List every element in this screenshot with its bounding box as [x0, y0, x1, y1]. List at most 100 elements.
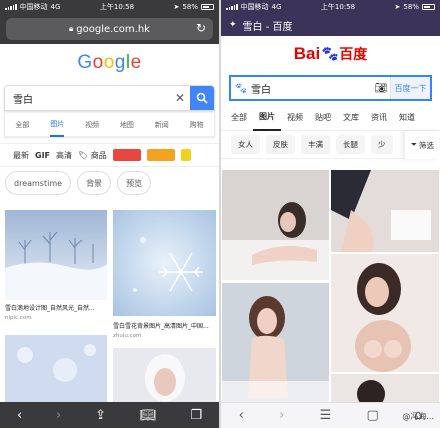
filter-chip[interactable]: 皮肤 — [266, 135, 295, 154]
app-icon: ✦ — [229, 20, 237, 30]
filter-button[interactable]: ⏷ 筛选 — [405, 131, 440, 159]
filter-gif[interactable]: GIF — [35, 151, 50, 160]
status-bar: 中国移动 4G 上午10:58 ➤ 58% — [0, 0, 219, 14]
battery-level: 58% — [403, 3, 419, 11]
search-box: 雪白 ✕ — [4, 85, 215, 111]
lock-icon: 🔒︎ — [69, 24, 74, 33]
filter-button-label: 筛选 — [419, 140, 434, 150]
color-filter-yellow[interactable] — [180, 149, 191, 161]
tab-tieba[interactable]: 贴吧 — [309, 105, 337, 131]
tab-all[interactable]: 全部 — [225, 105, 253, 131]
result-caption[interactable]: 雪白雪花背景图片_高清图片_中国... — [113, 322, 217, 331]
camera-icon[interactable]: 📷︎ — [372, 83, 390, 94]
paw-icon: 🐾︎ — [320, 46, 340, 63]
result-source: nipic.com — [5, 315, 32, 321]
result-image-snowflake[interactable] — [113, 210, 216, 316]
result-image[interactable] — [331, 254, 439, 372]
result-source: zhulu.com — [113, 333, 142, 339]
tab-news[interactable]: 新闻 — [155, 112, 169, 136]
filter-chip[interactable]: 长腿 — [336, 135, 365, 154]
result-image-snow-landscape[interactable] — [5, 210, 107, 300]
paw-icon: 🐾︎ — [234, 81, 248, 95]
filter-chip[interactable]: 丰满 — [301, 135, 330, 154]
result-image[interactable] — [222, 283, 329, 402]
result-image[interactable] — [331, 170, 439, 252]
image-filters: 最新 GIF 高清 🏷︎ 商品 — [0, 143, 219, 167]
network: 4G — [271, 3, 282, 11]
clock: 上午10:58 — [320, 3, 356, 11]
bookmarks-icon[interactable]: 📖︎ — [140, 408, 157, 423]
search-input[interactable]: 雪白 — [251, 81, 372, 96]
signal-icon — [226, 4, 238, 10]
result-caption[interactable]: 雪白滴地设计图_自然风光_自然... — [5, 304, 107, 313]
tab-videos[interactable]: 视频 — [281, 105, 309, 131]
clock: 上午10:58 — [99, 3, 135, 11]
baidu-logo: Bai🐾︎百度 — [293, 44, 368, 63]
url-text: google.com.hk — [76, 23, 150, 35]
image-filters: 女人 皮肤 丰满 长腿 少 ⏷ 筛选 — [221, 131, 440, 159]
safari-toolbar: ‹ › ⇪ 📖︎ ❐ — [0, 402, 219, 428]
tab-maps[interactable]: 地图 — [120, 112, 134, 136]
windows-icon[interactable]: ▢ — [366, 408, 378, 423]
tab-images[interactable]: 图片 — [50, 111, 65, 137]
location-icon: ➤ — [173, 3, 180, 11]
back-icon[interactable]: ‹ — [17, 408, 22, 423]
search-button[interactable] — [190, 86, 214, 110]
color-filter-orange[interactable] — [146, 149, 175, 161]
tab-videos[interactable]: 视频 — [85, 112, 99, 136]
google-logo: Google — [77, 52, 142, 73]
filter-hd[interactable]: 高清 — [56, 150, 72, 161]
filter-product-label: 商品 — [90, 150, 107, 160]
tab-all[interactable]: 全部 — [15, 112, 29, 136]
search-icon — [196, 92, 208, 104]
battery-level: 58% — [182, 3, 198, 11]
tab-shopping[interactable]: 购物 — [190, 112, 204, 136]
result-image[interactable] — [222, 170, 329, 280]
filter-chip[interactable]: 女人 — [231, 135, 260, 154]
filter-chip[interactable]: 少 — [371, 135, 393, 154]
chip-dreamstime[interactable]: dreamstime — [5, 171, 72, 195]
page-title-bar: ✦ 雪白 - 百度 — [221, 14, 440, 36]
watermark: @冯海... — [402, 412, 434, 421]
result-image-snow-bokeh[interactable] — [5, 335, 107, 405]
location-icon: ➤ — [394, 3, 401, 11]
search-button[interactable]: 百度一下 — [390, 77, 430, 99]
carrier: 中国移动 — [19, 3, 48, 11]
address-bar: 🔒︎ google.com.hk ↻ — [0, 14, 219, 44]
reload-icon[interactable]: ↻ — [196, 21, 206, 35]
battery-icon — [421, 4, 435, 10]
chip-background[interactable]: 背景 — [77, 171, 112, 195]
status-bar: 中国移动 4G 上午10:58 ➤ 58% — [221, 0, 440, 14]
result-image-white-hair[interactable] — [113, 348, 216, 405]
baidu-phone-screen: 中国移动 4G 上午10:58 ➤ 58% ✦ 雪白 - 百度 Bai🐾︎百度 … — [221, 0, 440, 428]
tabs-icon[interactable]: ❐ — [190, 408, 202, 423]
menu-icon[interactable]: ☰ — [320, 408, 332, 423]
funnel-icon: ⏷ — [411, 140, 417, 149]
chip-preview[interactable]: 预览 — [117, 171, 152, 195]
signal-icon — [5, 4, 17, 10]
tag-icon: 🏷︎ — [78, 150, 89, 160]
filter-product[interactable]: 🏷︎ 商品 — [78, 150, 107, 161]
back-icon[interactable]: ‹ — [239, 408, 244, 423]
google-phone-screen: 中国移动 4G 上午10:58 ➤ 58% 🔒︎ google.com.hk ↻… — [0, 0, 219, 428]
tab-images[interactable]: 图片 — [253, 105, 281, 131]
tab-wenku[interactable]: 文库 — [337, 105, 365, 131]
filter-latest[interactable]: 最新 — [13, 150, 29, 161]
battery-icon — [200, 4, 214, 10]
tab-zhidao[interactable]: 知道 — [393, 105, 421, 131]
search-box: 🐾︎ 雪白 📷︎ 百度一下 — [229, 75, 432, 101]
forward-icon[interactable]: › — [56, 408, 61, 423]
share-icon[interactable]: ⇪ — [95, 408, 106, 423]
tab-news[interactable]: 资讯 — [365, 105, 393, 131]
result-image[interactable] — [331, 374, 439, 404]
search-tabs: 全部 图片 视频 地图 新闻 购物 — [4, 111, 215, 137]
color-filter-red[interactable] — [112, 149, 141, 161]
forward-icon[interactable]: › — [279, 408, 284, 423]
network: 4G — [50, 3, 61, 11]
related-chips: dreamstime 背景 预览 — [0, 171, 219, 195]
search-input[interactable]: 雪白 — [5, 86, 170, 110]
url-field[interactable]: 🔒︎ google.com.hk ↻ — [6, 18, 213, 40]
page-title: 雪白 - 百度 — [242, 21, 293, 33]
clear-icon[interactable]: ✕ — [170, 86, 190, 110]
carrier: 中国移动 — [240, 3, 269, 11]
